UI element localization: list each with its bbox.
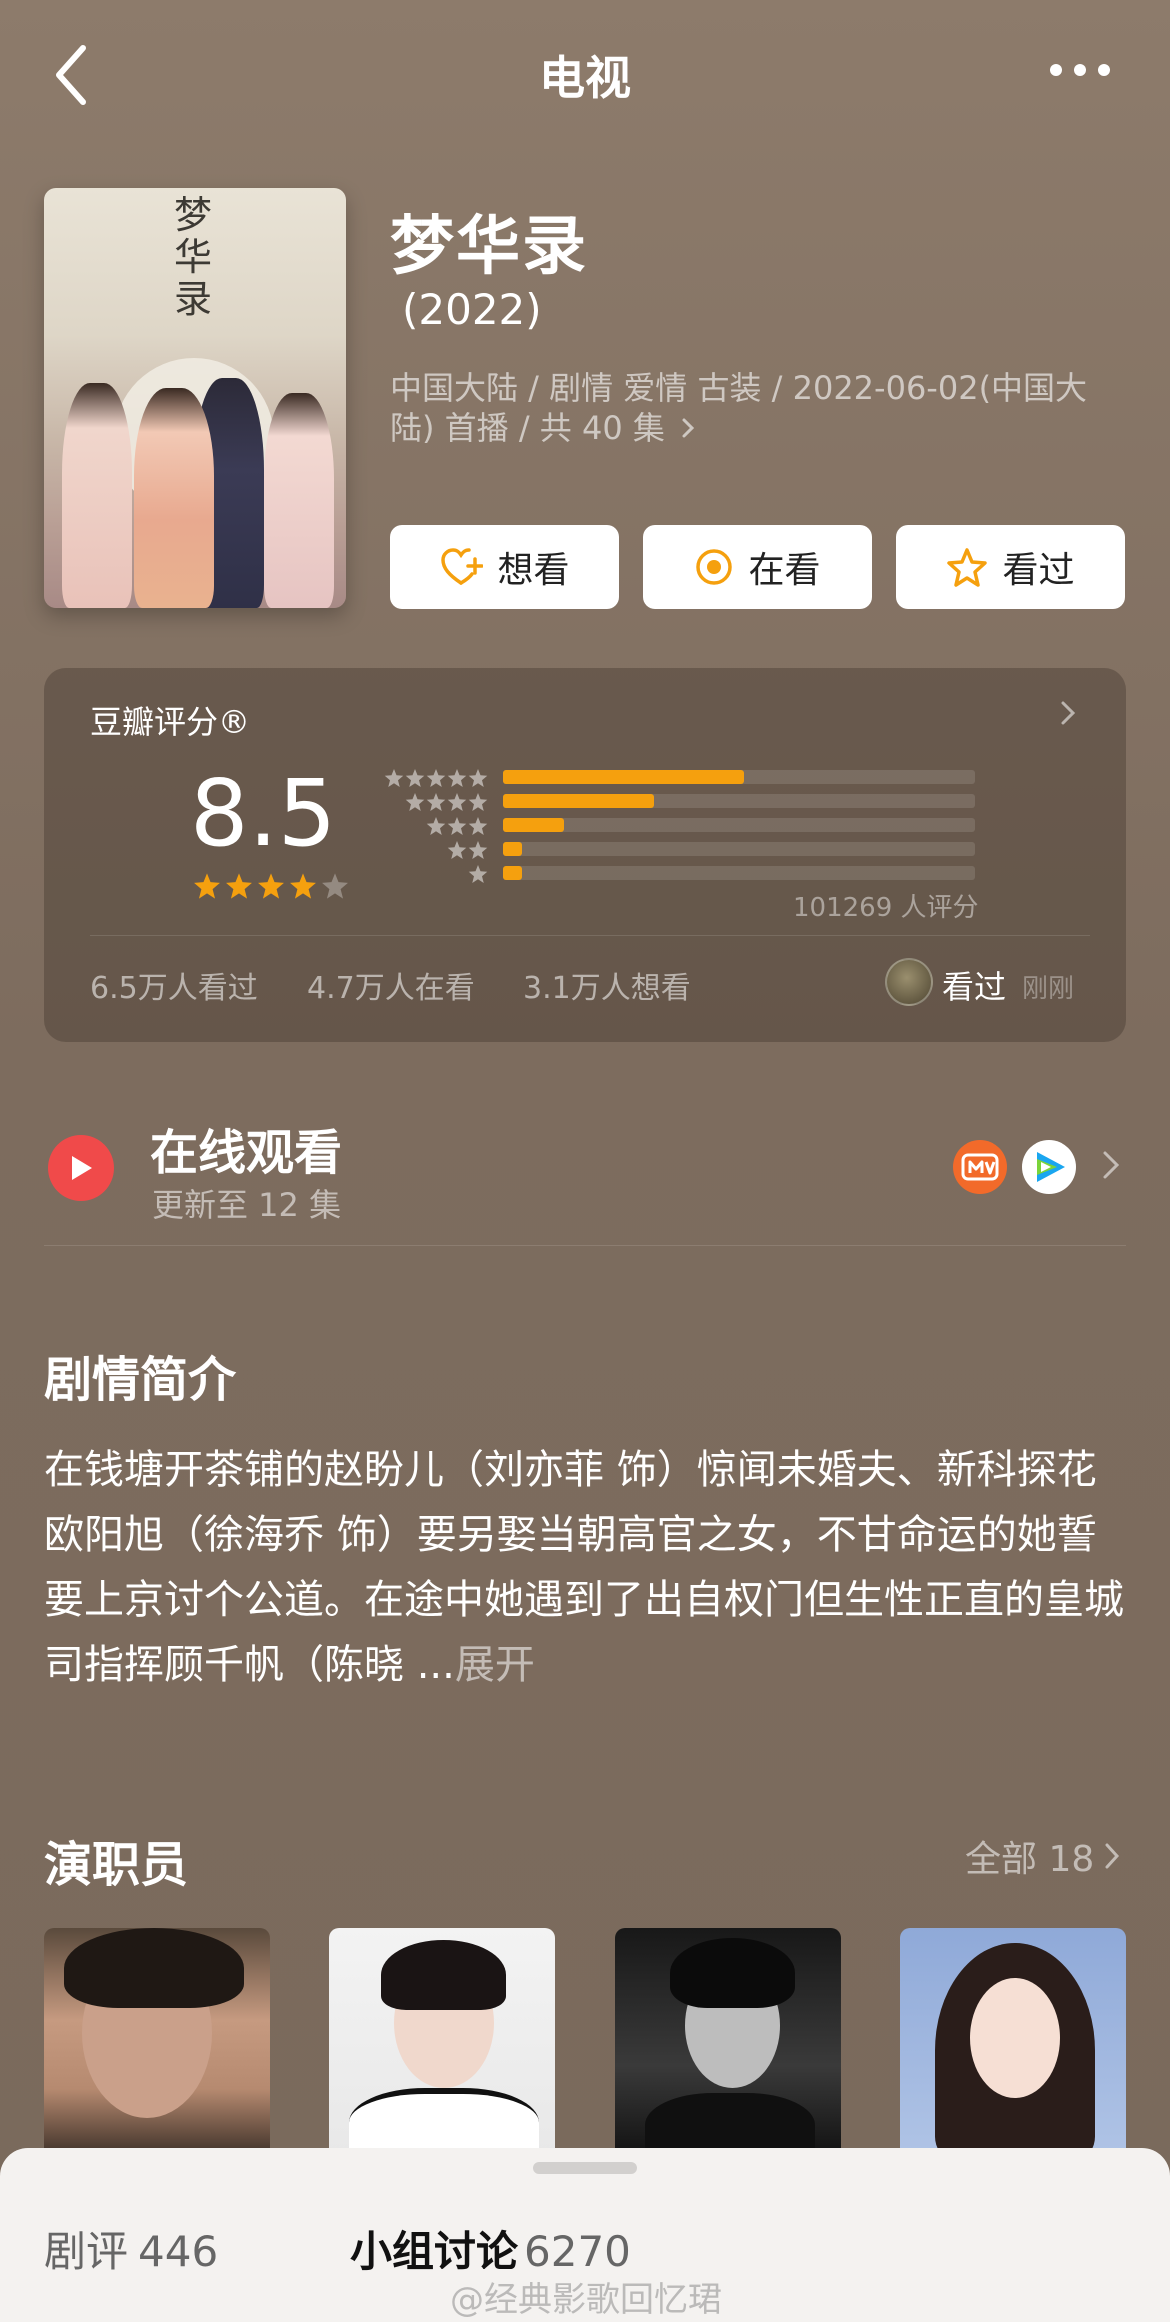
dist-stars-5 — [380, 768, 488, 788]
star-small-icon — [468, 865, 488, 883]
synopsis-heading: 剧情简介 — [44, 1352, 237, 1408]
star-small-icon — [426, 793, 446, 811]
tab-group-label: 小组讨论 — [350, 2227, 519, 2276]
dist-bar-fill — [503, 842, 522, 856]
dist-bar-2 — [503, 842, 975, 856]
dist-bar-5 — [503, 770, 975, 784]
watched-label: 看过 — [1002, 550, 1075, 591]
show-meta-link[interactable]: 中国大陆 / 剧情 爱情 古装 / 2022-06-02(中国大陆) 首播 / … — [390, 368, 1120, 448]
dist-stars-1 — [380, 864, 488, 884]
star-filled-icon — [290, 873, 316, 899]
star-small-icon — [426, 769, 446, 787]
star-small-icon — [468, 817, 488, 835]
watch-online-subtitle: 更新至 12 集 — [152, 1186, 342, 1224]
divider — [90, 935, 1090, 936]
star-small-icon — [468, 769, 488, 787]
rating-detail-chevron[interactable] — [1060, 700, 1090, 734]
star-small-icon — [426, 817, 446, 835]
user-status-time: 刚刚 — [1022, 974, 1075, 1004]
dist-bar-1 — [503, 866, 975, 880]
rating-stars — [193, 872, 349, 900]
page-title: 电视 — [539, 51, 631, 105]
want-to-watch-label: 想看 — [497, 550, 570, 591]
cast-card-actor-3[interactable] — [900, 1928, 1126, 2158]
cast-card-actor-1[interactable] — [329, 1928, 555, 2158]
chevron-right-icon — [682, 418, 695, 438]
tab-group-count: 6270 — [524, 2227, 631, 2276]
watermark: @经典影歌回忆珺 — [450, 2280, 722, 2320]
star-empty-icon — [322, 873, 348, 899]
dist-bar-fill — [503, 818, 565, 832]
chevron-right-icon — [1105, 1843, 1120, 1869]
watch-online-title[interactable]: 在线观看 — [150, 1113, 342, 1183]
play-icon — [72, 1156, 92, 1180]
star-small-icon — [447, 769, 467, 787]
dist-bar-3 — [503, 818, 975, 832]
show-year: (2022) — [402, 285, 542, 334]
watching-button[interactable]: 在看 — [643, 525, 872, 609]
watching-label: 在看 — [748, 550, 821, 591]
watch-online-chevron[interactable] — [1102, 1150, 1120, 1184]
star-outline-icon — [947, 548, 988, 587]
divider — [44, 1245, 1126, 1246]
poster-logo: 梦华录 — [174, 193, 213, 321]
tab-reviews-label: 剧评 — [44, 2227, 129, 2276]
tab-group-discussion[interactable]: 小组讨论 6270 — [350, 2218, 631, 2279]
rating-label: 豆瓣评分® — [90, 703, 251, 741]
tab-reviews[interactable]: 剧评 446 — [44, 2218, 218, 2279]
star-small-icon — [447, 817, 467, 835]
star-small-icon — [468, 793, 488, 811]
poster-image[interactable]: 梦华录 — [44, 188, 346, 608]
stat-watched: 6.5万人看过 — [90, 971, 258, 1006]
more-dots-icon — [1050, 64, 1110, 76]
cast-card-actor-2[interactable] — [615, 1928, 841, 2158]
dist-bar-fill — [503, 770, 744, 784]
play-button[interactable] — [48, 1135, 114, 1201]
dist-bar-4 — [503, 794, 975, 808]
rating-score: 8.5 — [190, 760, 337, 867]
star-filled-icon — [226, 873, 252, 899]
drag-handle[interactable] — [533, 2162, 637, 2174]
cast-all-link[interactable]: 全部 18 — [965, 1830, 1120, 1882]
tab-reviews-count: 446 — [138, 2227, 219, 2276]
star-small-icon — [405, 793, 425, 811]
cast-card-director[interactable] — [44, 1928, 270, 2158]
stat-watching: 4.7万人在看 — [307, 971, 475, 1006]
chevron-right-icon — [1103, 1151, 1120, 1179]
star-small-icon — [447, 793, 467, 811]
cast-heading: 演职员 — [44, 1837, 189, 1893]
stat-want: 3.1万人想看 — [523, 971, 691, 1006]
show-title: 梦华录 — [390, 210, 588, 284]
cast-all-label: 全部 18 — [965, 1839, 1095, 1880]
dist-bar-fill — [503, 866, 522, 880]
synopsis-body: 在钱塘开茶铺的赵盼儿（刘亦菲 饰）惊闻未婚夫、新科探花欧阳旭（徐海乔 饰）要另娶… — [44, 1447, 1124, 1688]
star-small-icon — [447, 841, 467, 859]
star-small-icon — [468, 841, 488, 859]
chevron-right-icon — [1061, 701, 1076, 725]
star-filled-icon — [194, 873, 220, 899]
star-small-icon — [405, 769, 425, 787]
star-filled-icon — [258, 873, 284, 899]
rating-count: 101269 人评分 — [793, 893, 979, 923]
watched-button[interactable]: 看过 — [896, 525, 1125, 609]
tencent-video-icon[interactable] — [1022, 1140, 1076, 1194]
dist-bar-fill — [503, 794, 655, 808]
dist-stars-3 — [380, 816, 488, 836]
want-to-watch-button[interactable]: 想看 — [390, 525, 619, 609]
star-small-icon — [384, 769, 404, 787]
dist-stars-4 — [380, 792, 488, 812]
heart-plus-icon — [441, 548, 484, 585]
synopsis-text: 在钱塘开茶铺的赵盼儿（刘亦菲 饰）惊闻未婚夫、新科探花欧阳旭（徐海乔 饰）要另娶… — [44, 1438, 1134, 1698]
more-button[interactable] — [1040, 50, 1120, 90]
avatar[interactable] — [885, 958, 933, 1006]
dist-stars-2 — [380, 840, 488, 860]
show-meta-text: 中国大陆 / 剧情 爱情 古装 / 2022-06-02(中国大陆) 首播 / … — [390, 369, 1088, 447]
target-circle-icon — [696, 549, 733, 585]
user-status: 看过 — [942, 968, 1007, 1006]
mango-tv-icon[interactable] — [953, 1140, 1007, 1194]
expand-link[interactable]: 展开 — [455, 1642, 535, 1688]
